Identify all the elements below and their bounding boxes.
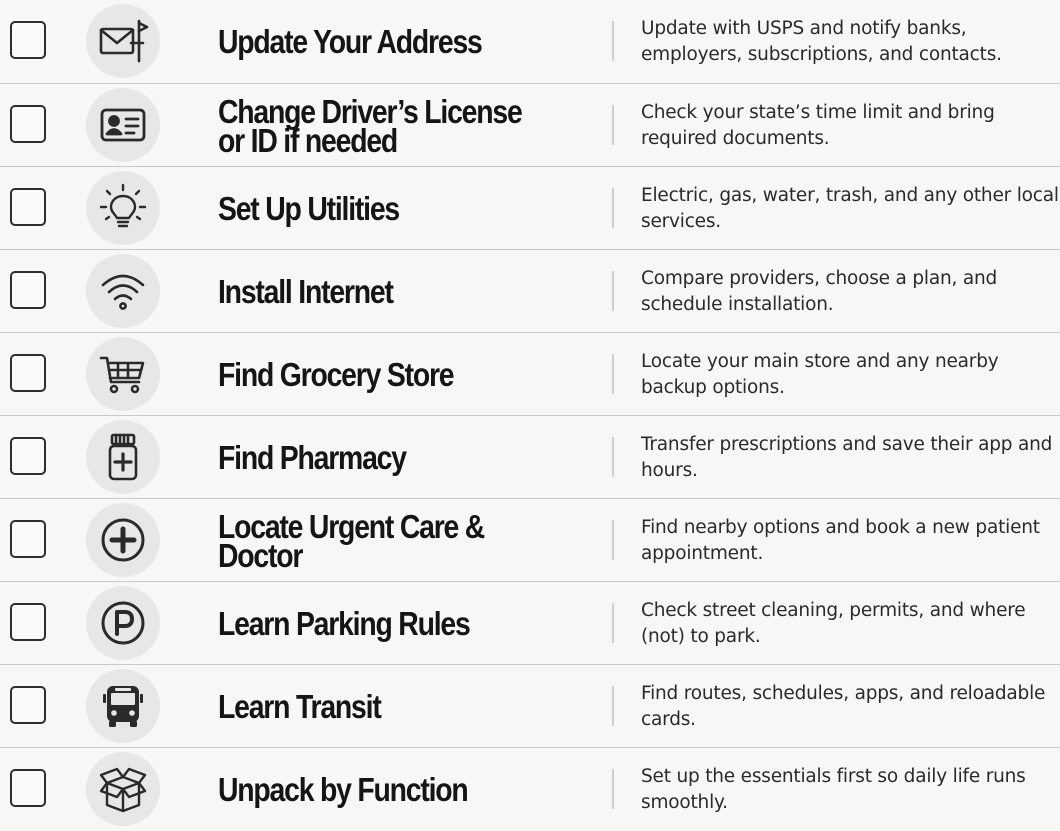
item-title: Set Up Utilities <box>218 190 400 227</box>
divider <box>612 188 614 228</box>
checklist-row: Find Pharmacy Transfer prescriptions and… <box>0 415 1060 498</box>
divider <box>612 271 614 311</box>
item-description: Locate your main store and any nearby ba… <box>641 350 999 398</box>
checkbox[interactable] <box>10 520 46 558</box>
divider <box>612 105 614 145</box>
divider <box>612 603 614 643</box>
medical-plus-icon <box>86 503 160 577</box>
checkbox[interactable] <box>10 437 46 475</box>
checkbox[interactable] <box>10 354 46 392</box>
checkbox[interactable] <box>10 603 46 641</box>
checklist-row: Learn Parking Rules Check street cleanin… <box>0 581 1060 664</box>
checklist-row: Locate Urgent Care & Doctor Find nearby … <box>0 498 1060 581</box>
checkbox[interactable] <box>10 188 46 226</box>
checklist-row: Find Grocery Store Locate your main stor… <box>0 332 1060 415</box>
item-title: Learn Transit <box>218 688 382 725</box>
item-title: Update Your Address <box>218 23 483 60</box>
item-title: Find Pharmacy <box>218 439 407 476</box>
item-description: Update with USPS and notify banks, emplo… <box>641 17 1002 65</box>
item-title: Locate Urgent Care & Doctor <box>218 507 485 574</box>
checklist-row: Unpack by Function Set up the essentials… <box>0 747 1060 830</box>
item-description: Find routes, schedules, apps, and reload… <box>641 682 1046 730</box>
checklist-row: Install Internet Compare providers, choo… <box>0 249 1060 332</box>
moving-checklist: Update Your Address Update with USPS and… <box>0 0 1060 826</box>
item-title: Unpack by Function <box>218 771 469 808</box>
checklist-row: Change Driver’s License or ID if needed … <box>0 83 1060 166</box>
shopping-cart-icon <box>86 337 160 411</box>
checklist-row: Update Your Address Update with USPS and… <box>0 0 1060 83</box>
item-description: Electric, gas, water, trash, and any oth… <box>641 184 1059 232</box>
checklist-row: Set Up Utilities Electric, gas, water, t… <box>0 166 1060 249</box>
item-description: Check street cleaning, permits, and wher… <box>641 599 1026 647</box>
pill-bottle-icon <box>86 420 160 494</box>
divider <box>612 686 614 726</box>
item-description: Compare providers, choose a plan, and sc… <box>641 267 998 315</box>
divider <box>612 520 614 560</box>
item-description: Set up the essentials first so daily lif… <box>641 765 1026 813</box>
lightbulb-icon <box>86 171 160 245</box>
divider <box>612 437 614 477</box>
checkbox[interactable] <box>10 271 46 309</box>
open-box-icon <box>86 752 160 826</box>
parking-icon <box>86 586 160 660</box>
checklist-row: Learn Transit Find routes, schedules, ap… <box>0 664 1060 747</box>
wifi-icon <box>86 254 160 328</box>
bus-icon <box>86 669 160 743</box>
checkbox[interactable] <box>10 686 46 724</box>
checkbox[interactable] <box>10 769 46 807</box>
item-title: Install Internet <box>218 273 394 310</box>
envelope-icon <box>86 4 160 78</box>
item-description: Find nearby options and book a new patie… <box>641 516 1040 564</box>
id-card-icon <box>86 88 160 162</box>
divider <box>612 354 614 394</box>
item-title: Learn Parking Rules <box>218 605 471 642</box>
divider <box>612 21 614 61</box>
checkbox[interactable] <box>10 21 46 59</box>
divider <box>612 769 614 809</box>
checkbox[interactable] <box>10 105 46 143</box>
item-title: Change Driver’s License or ID if needed <box>218 92 523 159</box>
item-title: Find Grocery Store <box>218 356 455 393</box>
item-description: Check your state’s time limit and bring … <box>641 101 995 149</box>
item-description: Transfer prescriptions and save their ap… <box>641 433 1053 481</box>
